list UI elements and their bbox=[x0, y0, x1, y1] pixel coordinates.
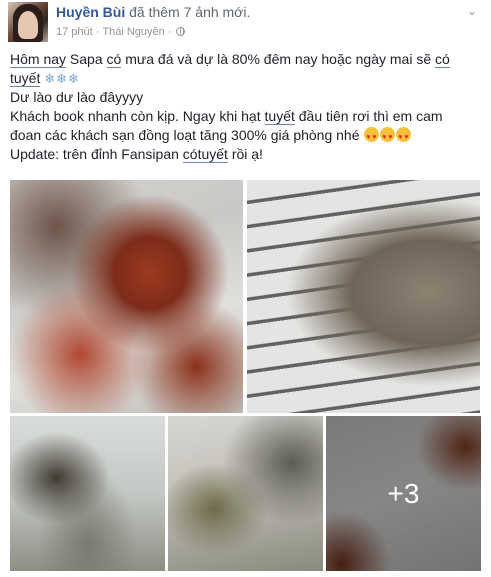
photo-more[interactable]: +3 bbox=[326, 416, 481, 571]
heart-eyes-emoji-icon bbox=[364, 127, 380, 147]
photo-red-plant-snow[interactable] bbox=[10, 180, 243, 413]
post-meta: 17 phút · Thái Nguyên · bbox=[56, 26, 186, 38]
keyword-link[interactable]: tuyết bbox=[197, 146, 228, 163]
keyword-link[interactable]: tuyết bbox=[10, 70, 41, 87]
location-link[interactable]: Thái Nguyên bbox=[102, 26, 164, 38]
post-action-text: đã thêm 7 ảnh mới. bbox=[129, 4, 251, 20]
photo-foggy-mountain[interactable] bbox=[10, 416, 165, 571]
post-time-link[interactable]: 17 phút bbox=[56, 26, 93, 38]
post-text-line-4: Khách book nhanh còn kịp. Ngay khi hạt t… bbox=[10, 108, 443, 125]
hashtag-link[interactable]: Hôm nay bbox=[10, 51, 67, 68]
keyword-link[interactable]: có bbox=[435, 51, 450, 68]
post-text-line-6: Update: trên đỉnh Fansipan cótuyết rồi ạ… bbox=[10, 146, 263, 163]
heart-eyes-emoji-icon bbox=[380, 127, 396, 147]
post-text: Hôm nay Sapa có mưa đá và dự là 80% đêm … bbox=[10, 50, 480, 164]
chevron-down-icon[interactable]: ⌄ bbox=[467, 4, 477, 18]
globe-icon[interactable] bbox=[176, 27, 186, 36]
author-name-link[interactable]: Huyền Bùi bbox=[56, 4, 125, 20]
post-title-line: Huyền Bùi đã thêm 7 ảnh mới. bbox=[56, 4, 250, 20]
post-text-line-1: Hôm nay Sapa có mưa đá và dự là 80% đêm … bbox=[10, 51, 450, 68]
post-text-line-2: tuyết ❄❄❄ bbox=[10, 69, 480, 88]
avatar[interactable] bbox=[8, 2, 48, 42]
post-text-line-3: Dư lào dư lào đâyyyy bbox=[10, 89, 144, 105]
post-text-line-5: đoan các khách sạn đồng loạt tăng 300% g… bbox=[10, 126, 480, 147]
snowflake-emoji-icon: ❄❄❄ bbox=[44, 71, 80, 86]
keyword-link[interactable]: tuyết bbox=[264, 108, 295, 125]
more-photos-count: +3 bbox=[387, 477, 420, 509]
heart-eyes-emoji-icon bbox=[396, 127, 412, 147]
photo-snowy-path[interactable] bbox=[168, 416, 323, 571]
keyword-link[interactable]: có bbox=[182, 146, 198, 163]
post-header: Huyền Bùi đã thêm 7 ảnh mới. 17 phút · Thá… bbox=[8, 2, 483, 42]
more-photos-overlay[interactable]: +3 bbox=[326, 416, 481, 571]
photo-snowy-stairs[interactable] bbox=[247, 180, 480, 413]
keyword-link[interactable]: có bbox=[106, 51, 122, 68]
